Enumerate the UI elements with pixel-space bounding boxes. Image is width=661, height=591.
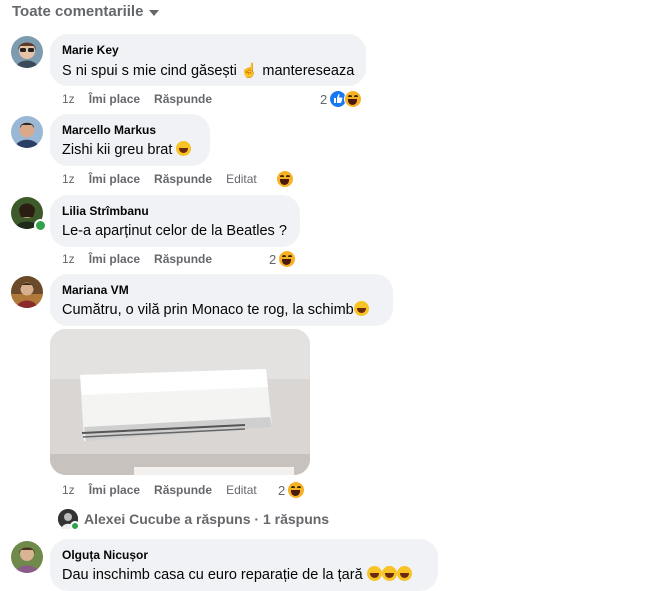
- reaction-count: 2: [269, 251, 277, 267]
- comment-actions: 1z Îmi place Răspunde: [62, 252, 226, 266]
- pointing-hand-emoji-icon: ☝: [240, 62, 259, 78]
- laughing-emoji-icon: [353, 301, 369, 316]
- comment-author[interactable]: Mariana VM: [62, 282, 381, 298]
- reaction-summary[interactable]: 2: [269, 250, 297, 268]
- avatar[interactable]: [11, 116, 43, 148]
- comment-author[interactable]: Marcello Markus: [62, 122, 198, 138]
- haha-icon: [287, 481, 306, 499]
- comment-timestamp[interactable]: 1z: [62, 92, 75, 106]
- rofl-emoji-icon: [396, 566, 412, 581]
- comment-timestamp[interactable]: 1z: [62, 172, 75, 186]
- rofl-emoji-icon: [366, 566, 382, 581]
- like-button[interactable]: Îmi place: [89, 483, 140, 497]
- online-status-badge: [70, 521, 80, 531]
- avatar[interactable]: [11, 541, 43, 573]
- avatar[interactable]: [11, 276, 43, 308]
- reply-button[interactable]: Răspunde: [154, 483, 212, 497]
- comment-text-part: Dau inschimb casa cu euro reparație de l…: [62, 567, 363, 583]
- comment-text: S ni spui s mie cind găsești ☝ manterese…: [62, 60, 354, 81]
- comment-photo-air-conditioner[interactable]: [50, 329, 310, 475]
- comment-text: Cumătru, o vilă prin Monaco te rog, la s…: [62, 300, 381, 320]
- haha-icon: [276, 170, 294, 188]
- reaction-count: 2: [278, 482, 286, 498]
- comment-text-part: Zishi kii greu brat: [62, 142, 173, 158]
- reaction-summary[interactable]: [276, 170, 294, 188]
- online-status-badge: [34, 219, 47, 232]
- comment-timestamp[interactable]: 1z: [62, 252, 75, 266]
- comment-text-part: mantereseaza: [258, 63, 355, 79]
- comment-bubble: Olguța Nicușor Dau inschimb casa cu euro…: [50, 539, 438, 591]
- comment-timestamp[interactable]: 1z: [62, 483, 75, 497]
- comment-bubble: Lilia Strîmbanu Le-a aparținut celor de …: [50, 195, 300, 247]
- avatar: [58, 509, 80, 531]
- like-button[interactable]: Îmi place: [89, 172, 140, 186]
- comment-actions: 1z Îmi place Răspunde Editat: [62, 172, 271, 186]
- chevron-down-icon: [149, 9, 160, 16]
- comment-actions: 1z Îmi place Răspunde: [62, 92, 226, 106]
- comment-text: Zishi kii greu brat: [62, 140, 198, 160]
- comment-bubble: Marie Key S ni spui s mie cind găsești ☝…: [50, 34, 366, 86]
- comment-bubble: Mariana VM Cumătru, o vilă prin Monaco t…: [50, 274, 393, 326]
- edited-label: Editat: [226, 172, 257, 186]
- reply-button[interactable]: Răspunde: [154, 92, 212, 106]
- like-button[interactable]: Îmi place: [89, 252, 140, 266]
- comment-actions: 1z Îmi place Răspunde Editat: [62, 483, 271, 497]
- sort-label: Toate comentariile: [12, 3, 144, 20]
- grin-emoji-icon: [176, 141, 192, 156]
- comment-text: Le-a aparținut celor de la Beatles ?: [62, 223, 287, 239]
- haha-icon: [344, 90, 363, 108]
- rofl-emoji-icon: [381, 566, 397, 581]
- comment-author[interactable]: Lilia Strîmbanu: [62, 203, 288, 219]
- reaction-summary[interactable]: 2: [278, 481, 306, 499]
- comment-text: Dau inschimb casa cu euro reparație de l…: [62, 565, 426, 585]
- reaction-count: 2: [320, 91, 328, 107]
- avatar[interactable]: [11, 36, 43, 68]
- comment-text-part: Cumătru, o vilă prin Monaco te rog, la s…: [62, 302, 354, 318]
- haha-icon: [278, 250, 297, 268]
- comment-author[interactable]: Olguța Nicușor: [62, 547, 426, 563]
- replies-label: Alexei Cucube a răspuns · 1 răspuns: [84, 511, 330, 527]
- reaction-summary[interactable]: 2: [320, 90, 363, 108]
- edited-label: Editat: [226, 483, 257, 497]
- comment-author[interactable]: Marie Key: [62, 42, 354, 58]
- comment-bubble: Marcello Markus Zishi kii greu brat: [50, 114, 210, 166]
- reply-button[interactable]: Răspunde: [154, 172, 212, 186]
- comment-text-part: S ni spui s mie cind găsești: [62, 63, 241, 79]
- view-replies-link[interactable]: Alexei Cucube a răspuns · 1 răspuns: [58, 509, 330, 531]
- sort-comments-dropdown[interactable]: Toate comentariile: [12, 3, 160, 20]
- reply-button[interactable]: Răspunde: [154, 252, 212, 266]
- like-button[interactable]: Îmi place: [89, 92, 140, 106]
